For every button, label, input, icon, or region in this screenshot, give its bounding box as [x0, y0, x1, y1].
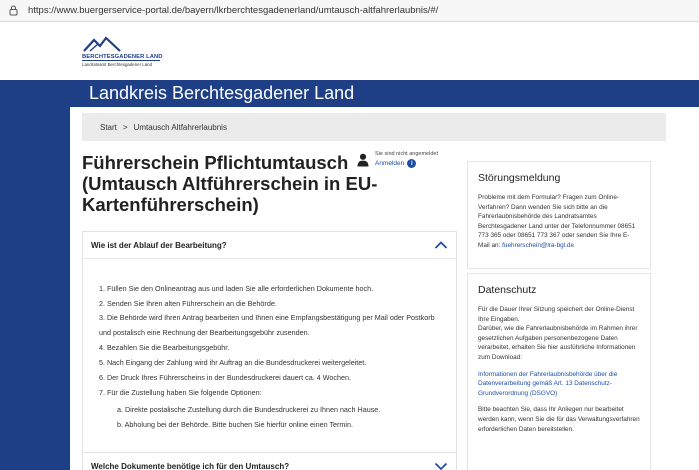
browser-address-bar[interactable]: https://www.buergerservice-portal.de/bay…	[0, 0, 699, 22]
logo-rule	[82, 60, 160, 61]
login-state-text: Sie sind nicht angemeldet	[375, 151, 438, 157]
accordion-process-title[interactable]: Wie ist der Ablauf der Bearbeitung?	[91, 241, 227, 250]
datenschutz-text-2: Darüber, wie die Fahrerlaubnisbehörde im…	[478, 325, 638, 361]
url-text[interactable]: https://www.buergerservice-portal.de/bay…	[28, 5, 438, 16]
breadcrumb-current: Umtausch Altfahrerlaubnis	[133, 122, 227, 132]
process-step: 2. Senden Sie Ihren alten Führerschein a…	[99, 299, 277, 308]
info-icon[interactable]: i	[407, 159, 417, 168]
banner-title: Landkreis Berchtesgadener Land	[89, 83, 355, 103]
user-icon	[357, 153, 369, 167]
delivery-option: a. Direkte postalische Zustellung durch …	[117, 405, 381, 414]
datenschutz-text-3: Bitte beachten Sie, dass Ihr Anliegen nu…	[478, 406, 640, 433]
login-link[interactable]: Anmelden i	[375, 159, 417, 168]
process-step: 7. Für die Zustellung haben Sie folgende…	[99, 388, 262, 397]
stoerung-title: Störungsmeldung	[478, 172, 561, 184]
process-steps: 1. Füllen Sie den Onlineantrag aus und l…	[99, 281, 448, 400]
page-title: Führerschein Pflichtumtausch (Umtausch A…	[82, 152, 378, 215]
datenschutz-text-1: Für die Dauer Ihrer Sitzung speichert de…	[478, 306, 635, 323]
stoerung-email-link[interactable]: fuehrerschein@lra-bgl.de	[502, 242, 574, 249]
accordion-documents: Welche Dokumente benötige ich für den Um…	[82, 452, 457, 470]
datenschutz-box: Datenschutz Für die Dauer Ihrer Sitzung …	[467, 273, 651, 470]
process-step: 4. Bezahlen Sie die Bearbeitungsgebühr.	[99, 343, 230, 352]
delivery-options: a. Direkte postalische Zustellung durch …	[99, 402, 448, 432]
accordion-documents-title[interactable]: Welche Dokumente benötige ich für den Um…	[91, 462, 289, 470]
stoerung-text: Probleme mit dem Formular? Fragen zum On…	[478, 193, 640, 251]
datenschutz-info-link[interactable]: Informationen der Fahrerlaubnisbehörde ü…	[478, 370, 640, 399]
stoerung-body: Probleme mit dem Formular? Fragen zum On…	[478, 194, 636, 249]
accordion-process-body: 1. Füllen Sie den Onlineantrag aus und l…	[83, 259, 456, 432]
site-logo[interactable]: BERCHTESGADENER LAND Landratsamt Berchte…	[82, 34, 162, 78]
accordion-documents-header[interactable]: Welche Dokumente benötige ich für den Um…	[83, 453, 456, 470]
page-info-icon[interactable]	[6, 4, 20, 18]
mountain-logo-icon	[83, 36, 121, 52]
accordion-process-header[interactable]: Wie ist der Ablauf der Bearbeitung?	[83, 232, 456, 259]
logo-subtitle: Landratsamt Berchtesgadener Land	[82, 62, 153, 67]
login-link-label[interactable]: Anmelden	[375, 160, 404, 167]
stoerung-box: Störungsmeldung Probleme mit dem Formula…	[467, 161, 651, 269]
process-step: 1. Füllen Sie den Onlineantrag aus und l…	[99, 284, 374, 293]
breadcrumb: Start > Umtausch Altfahrerlaubnis	[82, 113, 666, 141]
title-banner: Landkreis Berchtesgadener Land	[0, 80, 699, 107]
process-step: 3. Die Behörde wird Ihren Antrag bearbei…	[99, 313, 435, 337]
main-content: Start > Umtausch Altfahrerlaubnis Führer…	[70, 107, 699, 470]
process-step: 6. Der Druck Ihres Führerscheins in der …	[99, 373, 351, 382]
breadcrumb-home[interactable]: Start	[100, 123, 117, 132]
accordion-process: Wie ist der Ablauf der Bearbeitung? 1. F…	[82, 231, 457, 470]
chevron-down-icon[interactable]	[434, 461, 448, 470]
process-step: 5. Nach Eingang der Zahlung wird ihr Auf…	[99, 358, 367, 367]
breadcrumb-separator: >	[122, 122, 128, 132]
site-header: BERCHTESGADENER LAND Landratsamt Berchte…	[0, 22, 699, 80]
delivery-option: b. Abholung bei der Behörde. Bitte buche…	[117, 420, 354, 429]
datenschutz-title: Datenschutz	[478, 284, 537, 296]
login-status: Sie sind nicht angemeldet Anmelden i	[357, 151, 477, 173]
chevron-up-icon[interactable]	[434, 240, 448, 250]
